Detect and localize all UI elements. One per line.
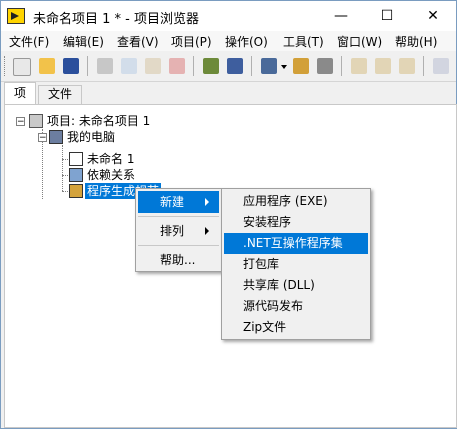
paste-icon[interactable] <box>145 58 161 74</box>
menu-file[interactable]: 文件(F) <box>9 33 49 50</box>
tab-files[interactable]: 文件 <box>38 85 82 104</box>
collapse-computer-icon[interactable]: − <box>38 133 47 143</box>
cut-icon[interactable] <box>97 58 113 74</box>
toolbar-separator <box>87 56 88 76</box>
tab-items[interactable]: 项 <box>4 82 36 104</box>
delete-icon[interactable] <box>169 58 185 74</box>
window-title: 未命名项目 1 * - 项目浏览器 <box>33 12 199 27</box>
submenu-dotnet-interop[interactable]: .NET互操作程序集 <box>224 233 368 254</box>
menu-view[interactable]: 查看(V) <box>117 33 159 50</box>
new-submenu: 应用程序 (EXE) 安装程序 .NET互操作程序集 打包库 共享库 (DLL)… <box>221 188 371 340</box>
help-icon[interactable] <box>433 58 449 74</box>
properties-icon[interactable] <box>317 58 333 74</box>
title-bar[interactable]: 未命名项目 1 * - 项目浏览器 — ☐ ✕ <box>1 1 456 31</box>
menu-window[interactable]: 窗口(W) <box>337 33 382 50</box>
tree-line <box>62 175 68 176</box>
submenu-packed-library[interactable]: 打包库 <box>224 254 368 275</box>
toolbar-separator <box>341 56 342 76</box>
submenu-application-exe[interactable]: 应用程序 (EXE) <box>224 191 368 212</box>
project-explorer-window: 未命名项目 1 * - 项目浏览器 — ☐ ✕ 文件(F) 编辑(E) 查看(V… <box>0 0 457 429</box>
submenu-zip-file[interactable]: Zip文件 <box>224 317 368 338</box>
tree-node-dependencies[interactable]: 依赖关系 <box>87 167 135 183</box>
context-menu: 新建 排列 帮助... <box>135 188 222 272</box>
build-icon[interactable] <box>203 58 219 74</box>
submenu-arrow-icon <box>205 227 209 235</box>
menu-operate[interactable]: 操作(O) <box>225 33 268 50</box>
vi-icon <box>69 152 83 166</box>
view-icon[interactable] <box>261 58 277 74</box>
maximize-button[interactable]: ☐ <box>364 1 410 31</box>
open-icon[interactable] <box>39 58 55 74</box>
build-spec-icon <box>69 184 83 198</box>
refresh-icon[interactable] <box>351 58 367 74</box>
labview-app-icon <box>7 8 25 24</box>
menu-tools[interactable]: 工具(T) <box>283 33 324 50</box>
ctx-arrange[interactable]: 排列 <box>138 220 219 242</box>
tree-line <box>62 159 68 160</box>
close-button[interactable]: ✕ <box>410 1 456 31</box>
tool-icon[interactable] <box>399 58 415 74</box>
project-icon <box>29 114 43 128</box>
ctx-new-label: 新建 <box>160 195 185 209</box>
ctx-help[interactable]: 帮助... <box>138 249 219 271</box>
plugin-icon[interactable] <box>293 58 309 74</box>
save-all-icon[interactable] <box>63 58 79 74</box>
menu-help[interactable]: 帮助(H) <box>395 33 437 50</box>
toolbar-separator <box>251 56 252 76</box>
tree-node-project[interactable]: 项目: 未命名项目 1 <box>47 113 150 129</box>
settings-icon[interactable] <box>375 58 391 74</box>
toolbar-grip[interactable] <box>4 56 8 76</box>
minimize-button[interactable]: — <box>318 1 364 31</box>
copy-icon[interactable] <box>121 58 137 74</box>
tree-line <box>62 191 68 192</box>
submenu-shared-library[interactable]: 共享库 (DLL) <box>224 275 368 296</box>
dropdown-icon[interactable] <box>281 65 287 69</box>
ctx-separator <box>138 245 219 246</box>
submenu-source-distribution[interactable]: 源代码发布 <box>224 296 368 317</box>
menu-edit[interactable]: 编辑(E) <box>63 33 104 50</box>
tree-line <box>62 145 63 191</box>
tree-node-my-computer[interactable]: 我的电脑 <box>67 129 115 145</box>
ctx-separator <box>138 216 219 217</box>
ctx-new[interactable]: 新建 <box>138 191 219 213</box>
collapse-root-icon[interactable]: − <box>16 117 25 127</box>
submenu-installer[interactable]: 安装程序 <box>224 212 368 233</box>
tree-node-untitled-vi[interactable]: 未命名 1 <box>87 151 134 167</box>
computer-icon <box>49 130 63 144</box>
toolbar <box>1 51 456 82</box>
tab-strip: 项 文件 <box>1 82 456 104</box>
toolbar-separator <box>193 56 194 76</box>
submenu-arrow-icon <box>205 198 209 206</box>
dependencies-icon <box>69 168 83 182</box>
new-icon[interactable] <box>13 58 31 76</box>
ctx-arrange-label: 排列 <box>160 224 185 238</box>
toolbar-separator <box>423 56 424 76</box>
menu-bar: 文件(F) 编辑(E) 查看(V) 项目(P) 操作(O) 工具(T) 窗口(W… <box>1 31 456 51</box>
save-icon[interactable] <box>227 58 243 74</box>
menu-project[interactable]: 项目(P) <box>171 33 212 50</box>
